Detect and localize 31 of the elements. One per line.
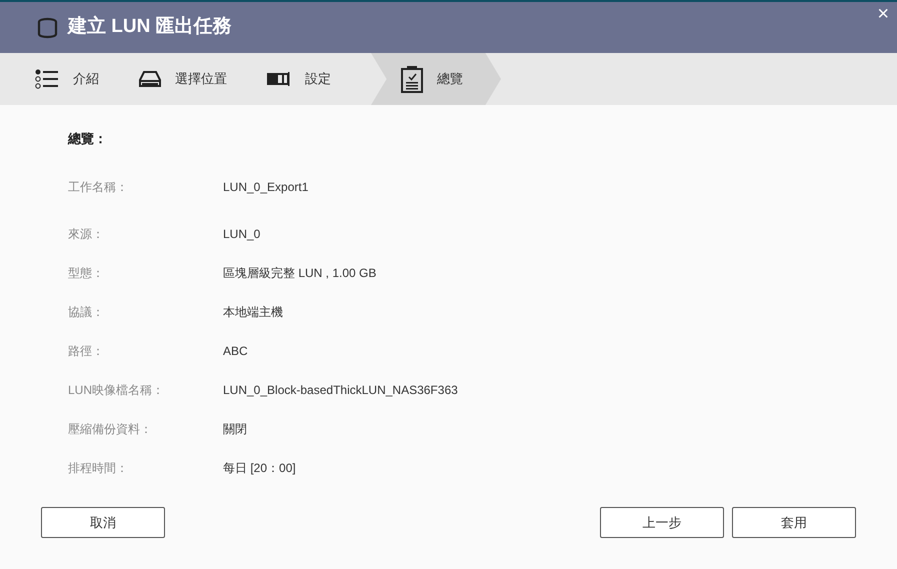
back-button[interactable]: 上一步 (600, 507, 724, 538)
field-value: LUN_0_Export1 (223, 179, 308, 196)
field-label: 排程時間： (68, 460, 129, 477)
clipboard-icon (401, 65, 423, 93)
list-icon (35, 69, 59, 89)
section-heading: 總覽： (68, 130, 108, 148)
wizard-step[interactable]: 總覽 (371, 53, 501, 105)
close-button[interactable]: × (877, 4, 889, 24)
cancel-button[interactable]: 取消 (41, 507, 165, 538)
field-value: ABC (223, 343, 248, 360)
apply-button[interactable]: 套用 (732, 507, 856, 538)
field-label: 工作名稱： (68, 179, 129, 196)
database-icon (37, 16, 58, 38)
field-label: 路徑： (68, 343, 105, 360)
field-label: 來源： (68, 226, 105, 243)
field-label: 壓縮備份資料： (68, 421, 153, 438)
field-value: 本地端主機 (223, 304, 283, 321)
drive-icon (139, 70, 161, 88)
toggle-bar-icon (267, 71, 291, 87)
field-value: 關閉 (223, 421, 247, 438)
wizard-step[interactable]: 介紹 (35, 53, 139, 105)
field-value: 區塊層級完整 LUN , 1.00 GB (223, 265, 376, 282)
field-value: 每日 [20：00] (223, 460, 296, 477)
wizard-step[interactable]: 設定 (267, 53, 371, 105)
field-value: LUN_0_Block-basedThickLUN_NAS36F363 (223, 382, 458, 399)
window-title: 建立 LUN 匯出任務 (68, 14, 232, 40)
field-label: 協議： (68, 304, 105, 321)
field-label: LUN映像檔名稱： (68, 382, 166, 399)
field-label: 型態： (68, 265, 105, 282)
wizard-step[interactable]: 選擇位置 (139, 53, 267, 105)
field-value: LUN_0 (223, 226, 260, 243)
